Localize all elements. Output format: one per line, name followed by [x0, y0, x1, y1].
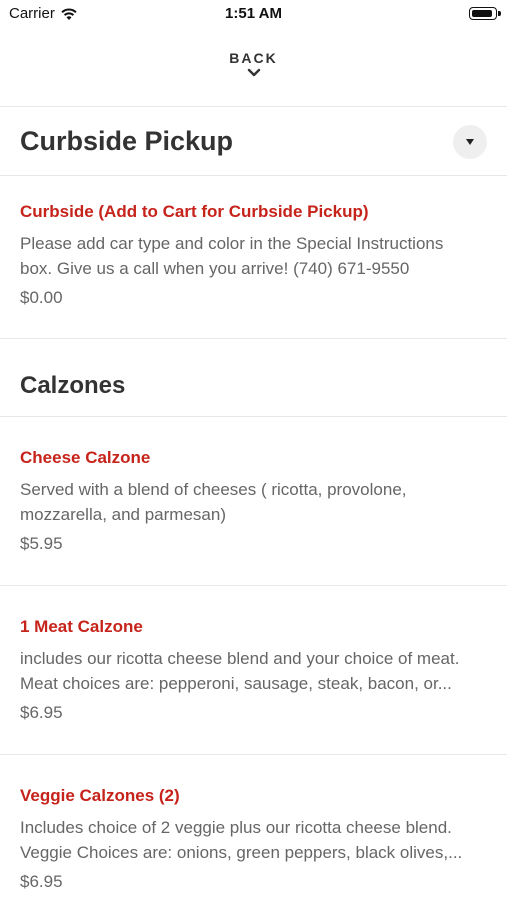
item-description-line: Served with a blend of cheeses ( ricotta… [20, 480, 407, 499]
item-description: Please add car type and color in the Spe… [20, 231, 487, 281]
item-divider [0, 754, 507, 755]
chevron-down-icon [247, 68, 260, 77]
header-divider [0, 106, 507, 107]
section-title-curbside: Curbside Pickup [20, 126, 234, 156]
menu-item[interactable]: Cheese Calzone Served with a blend of ch… [0, 447, 507, 555]
status-time: 1:51 AM [225, 5, 282, 22]
item-name: 1 Meat Calzone [20, 617, 143, 636]
item-description-line: Veggie Choices are: onions, green pepper… [20, 843, 463, 862]
item-name: Curbside (Add to Cart for Curbside Picku… [20, 202, 369, 221]
back-button[interactable]: BACK [0, 50, 507, 78]
item-price: $5.95 [20, 534, 63, 553]
section-title-calzones: Calzones [20, 372, 126, 399]
caret-down-icon [466, 139, 474, 145]
section-divider [0, 416, 507, 417]
item-name: Veggie Calzones (2) [20, 786, 180, 805]
item-description-line: Includes choice of 2 veggie plus our ric… [20, 818, 452, 837]
section-dropdown-button[interactable] [453, 125, 487, 159]
item-divider [0, 585, 507, 586]
item-price: $0.00 [20, 288, 63, 307]
menu-item[interactable]: 1 Meat Calzone includes our ricotta chee… [0, 616, 507, 724]
menu-item[interactable]: Veggie Calzones (2) Includes choice of 2… [0, 785, 507, 893]
item-description: includes our ricotta cheese blend and yo… [20, 646, 487, 696]
back-label: BACK [229, 50, 278, 66]
section-divider [0, 338, 507, 339]
item-description-line: Meat choices are: pepperoni, sausage, st… [20, 674, 452, 693]
section-divider [0, 175, 507, 176]
item-description-line: includes our ricotta cheese blend and yo… [20, 649, 460, 668]
item-description-line: mozzarella, and parmesan) [20, 505, 226, 524]
menu-item[interactable]: Curbside (Add to Cart for Curbside Picku… [0, 201, 507, 309]
item-description: Includes choice of 2 veggie plus our ric… [20, 815, 487, 865]
item-description-line: Please add car type and color in the Spe… [20, 234, 444, 253]
item-price: $6.95 [20, 872, 63, 891]
item-name: Cheese Calzone [20, 448, 151, 467]
battery-icon [469, 7, 501, 20]
status-bar: Carrier 1:51 AM [0, 0, 507, 28]
item-description: Served with a blend of cheeses ( ricotta… [20, 477, 487, 527]
item-description-line: box. Give us a call when you arrive! (74… [20, 259, 410, 278]
item-price: $6.95 [20, 703, 63, 722]
